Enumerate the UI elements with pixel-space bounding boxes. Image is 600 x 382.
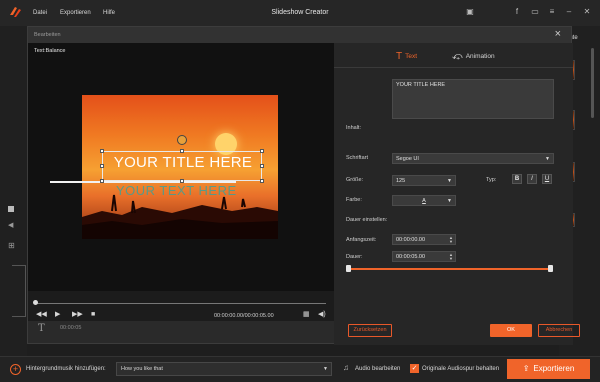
color-picker-value: A (422, 198, 426, 204)
color-picker[interactable]: A ▼ (392, 195, 456, 206)
tab-text-label: Text (405, 53, 418, 61)
title-bar: Datei Exportieren Hilfe Slideshow Creato… (0, 0, 600, 26)
text-settings-panel: T Text ⤽ Animation Inhalt: YOUR TITLE HERE… (334, 43, 580, 345)
seek-knob[interactable] (33, 300, 38, 305)
font-select-value: Segoe UI (396, 156, 419, 162)
stop-icon[interactable]: ■ (91, 311, 95, 319)
italic-button[interactable]: I (527, 174, 537, 184)
cancel-button[interactable]: Abbrechen (538, 324, 580, 337)
add-media-icon[interactable]: ⊞ (8, 241, 15, 250)
chevron-down-icon: ▼ (447, 198, 452, 204)
content-textarea[interactable]: YOUR TITLE HERE (392, 79, 554, 119)
screenshot-icon[interactable]: ▦ (303, 311, 310, 319)
chevron-down-icon: ▼ (323, 366, 328, 372)
play-icon[interactable]: ▶ (55, 311, 60, 319)
main-title-text[interactable]: YOUR TITLE HERE (102, 154, 264, 171)
underline-button[interactable]: U (542, 174, 552, 184)
tab-text[interactable]: T Text (396, 51, 417, 62)
start-time-label: Anfangszeit: (346, 237, 377, 243)
feedback-icon[interactable]: ▭ (530, 7, 540, 17)
seek-track[interactable] (36, 303, 326, 304)
duration-range-track[interactable] (349, 268, 551, 270)
font-label: Schriftart (346, 155, 369, 161)
music-select-value: How you like that (121, 366, 163, 372)
preview-label: Text:Balance (34, 48, 66, 54)
size-select[interactable]: 125 ▼ (392, 175, 456, 186)
volume-icon[interactable]: ◀) (318, 311, 326, 319)
back-icon[interactable]: ◀ (8, 221, 13, 229)
music-label: Hintergrundmusik hinzufügen: (26, 366, 106, 372)
forward-icon[interactable]: ▶▶ (72, 311, 83, 319)
chevron-down-icon: ▼ (545, 156, 550, 162)
size-label: Größe: (346, 177, 364, 183)
facebook-icon[interactable]: f (512, 7, 522, 17)
audio-edit-label[interactable]: Audio bearbeiten (355, 366, 400, 372)
add-music-icon[interactable]: + (10, 364, 21, 375)
color-label: Farbe: (346, 197, 362, 203)
ok-button[interactable]: OK (490, 324, 532, 337)
size-select-value: 125 (396, 178, 406, 184)
track-time: 00:00:05 (60, 325, 82, 331)
duration-settings-label: Dauer einstellen: (346, 217, 388, 223)
resize-handle[interactable] (180, 149, 184, 153)
tab-bar: T Text ⤽ Animation (334, 43, 573, 68)
secondary-title-text: YOUR TEXT HERE (116, 183, 237, 198)
preview-area: Text:Balance YOUR TITLE HERE YOUR TEXT H… (28, 43, 334, 291)
background-timeline-slot (12, 265, 26, 317)
export-label: Exportieren (533, 364, 575, 373)
rotate-icon[interactable] (177, 135, 187, 145)
content-label: Inhalt: (346, 125, 361, 131)
rewind-icon[interactable]: ◀◀ (36, 311, 47, 319)
export-button[interactable]: ⇪ Exportieren (507, 359, 590, 379)
type-label: Typ: (486, 177, 497, 183)
close-window-icon[interactable]: ✕ (582, 7, 592, 17)
save-icon[interactable]: ▣ (465, 7, 475, 17)
bottom-bar: + Hintergrundmusik hinzufügen: How you l… (0, 356, 600, 382)
music-select[interactable]: How you like that ▼ (116, 362, 332, 376)
export-icon: ⇪ (522, 364, 530, 373)
keep-audio-label: Originale Audiospur behalten (422, 366, 500, 372)
range-end-handle[interactable] (548, 265, 553, 272)
chevron-down-icon: ▼ (447, 178, 452, 184)
text-track-icon: T (38, 323, 45, 334)
keep-audio-checkbox[interactable]: ✓ (410, 364, 419, 373)
duration-label: Dauer: (346, 254, 363, 260)
resize-handle[interactable] (100, 149, 104, 153)
text-tab-icon: T (396, 51, 403, 62)
duration-value: 00:00:05.00 (396, 254, 426, 260)
reset-button[interactable]: Zurücksetzen (348, 324, 392, 337)
minimize-icon[interactable]: – (564, 7, 574, 17)
resize-handle[interactable] (260, 149, 264, 153)
close-icon[interactable]: × (555, 29, 561, 40)
scroll-up-icon[interactable] (8, 206, 14, 212)
stepper-icon[interactable]: ▲ ▼ (449, 236, 453, 244)
font-select[interactable]: Segoe UI ▼ (392, 153, 554, 164)
background-scrollbar[interactable] (591, 48, 594, 118)
dialog-header: Bearbeiten × (28, 27, 571, 43)
bold-button[interactable]: B (512, 174, 522, 184)
window-title: Slideshow Creator (271, 9, 329, 16)
stepper-icon[interactable]: ▲ ▼ (449, 253, 453, 261)
animation-tab-icon: ⤽ (452, 51, 463, 62)
start-time-value: 00:00:00.00 (396, 237, 426, 243)
time-readout: 00:00:00.00/00:00:05.00 (214, 313, 274, 319)
menu-icon[interactable]: ≡ (547, 7, 557, 17)
edit-dialog: Bearbeiten × Text:Balance YOUR TITLE HER… (27, 26, 580, 345)
start-time-input[interactable]: 00:00:00.00 ▲ ▼ (392, 234, 456, 245)
duration-input[interactable]: 00:00:05.00 ▲ ▼ (392, 251, 456, 262)
tab-animation[interactable]: ⤽ Animation (452, 51, 495, 62)
range-start-handle[interactable] (346, 265, 351, 272)
audio-edit-icon[interactable]: ♫ (343, 363, 349, 372)
resize-handle[interactable] (100, 179, 104, 183)
tab-animation-label: Animation (465, 53, 495, 61)
resize-handle[interactable] (260, 179, 264, 183)
dialog-title: Bearbeiten (34, 32, 61, 38)
